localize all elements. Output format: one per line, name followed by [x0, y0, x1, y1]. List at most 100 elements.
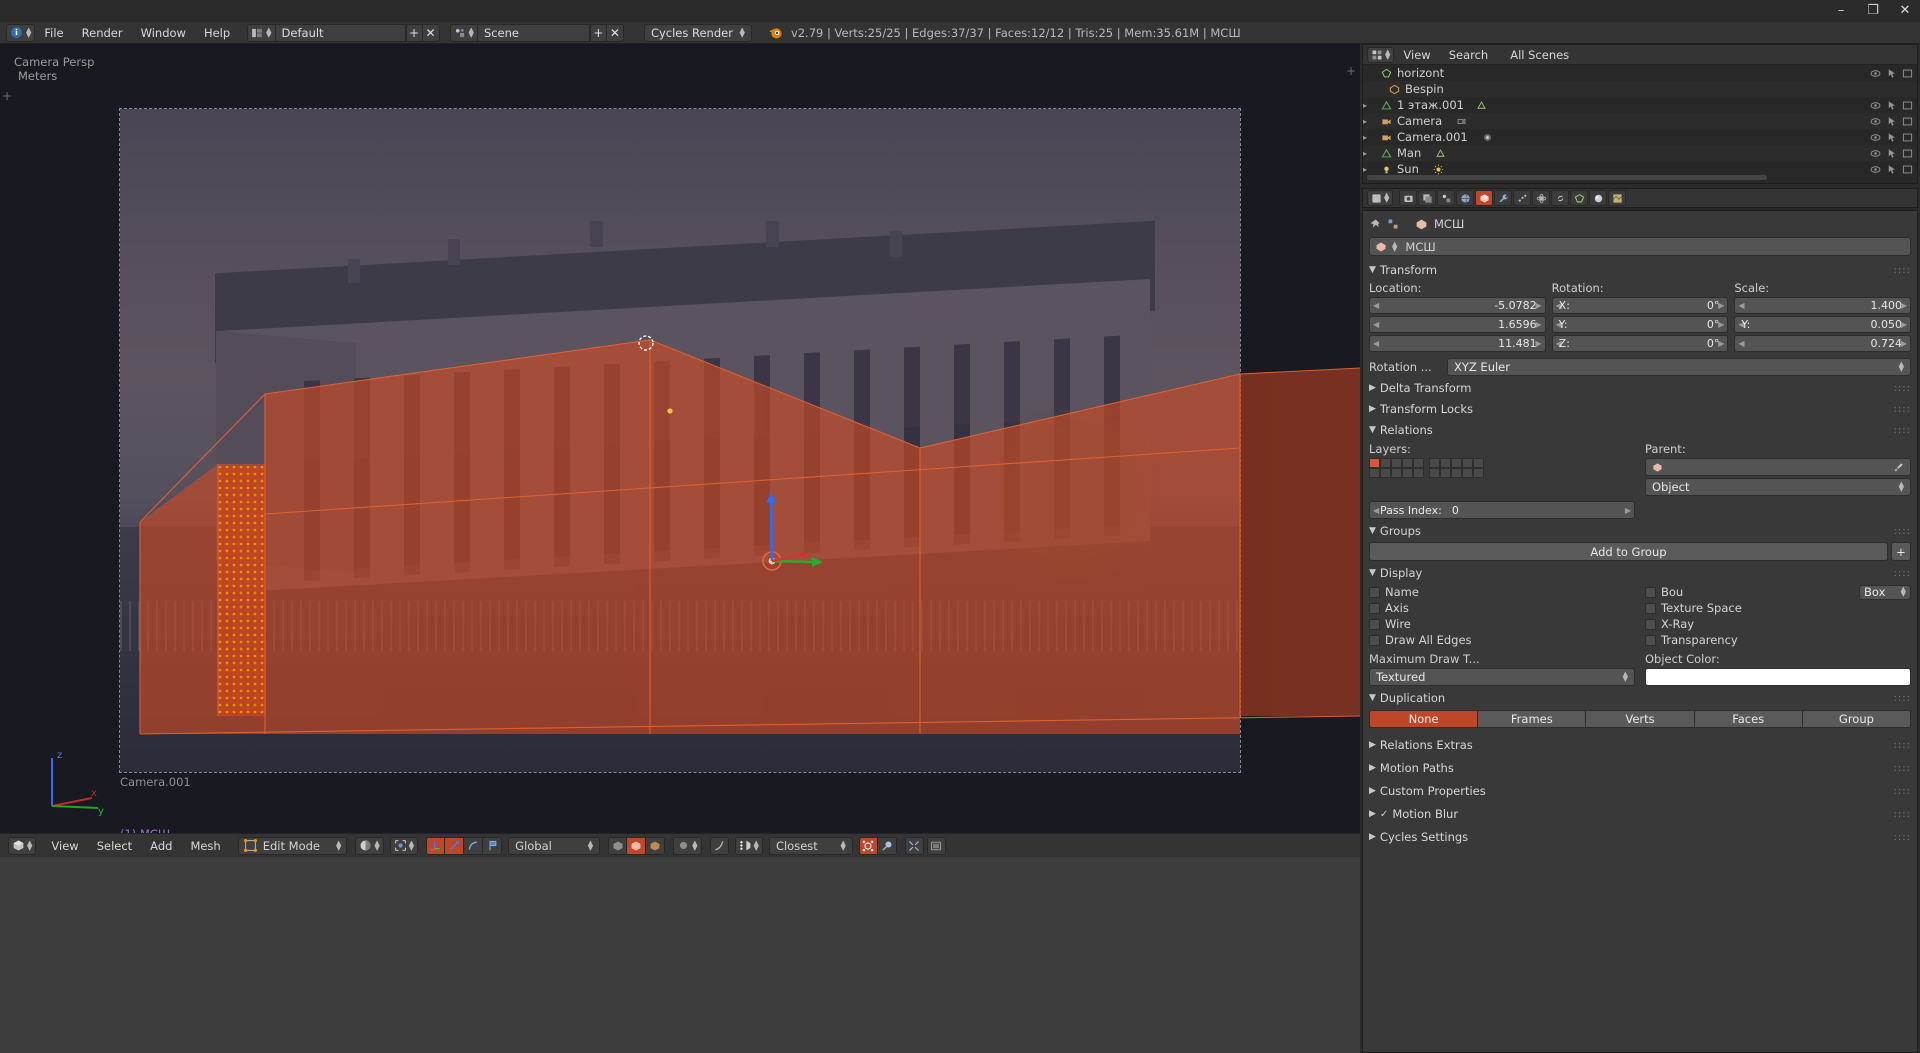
- outliner-display-mode-selector[interactable]: ▲ ▼: [1367, 46, 1395, 63]
- manipulator-group[interactable]: [426, 836, 503, 855]
- restrict-view-icon[interactable]: [1870, 68, 1881, 79]
- restrict-select-icon[interactable]: [1886, 68, 1897, 79]
- layer-cell[interactable]: [1413, 468, 1424, 478]
- transform-orientation-selector[interactable]: Global ▲ ▼: [508, 836, 601, 855]
- 3d-viewport[interactable]: + + Camera Persp Meters Camera.001 (1) М…: [0, 44, 1360, 833]
- falloff-type-toggle[interactable]: [709, 836, 729, 855]
- pivot-point-selector[interactable]: ▲ ▼: [389, 836, 419, 855]
- outliner-row-camera[interactable]: ▸ Camera: [1363, 113, 1917, 129]
- render-preview-toggle[interactable]: [926, 836, 946, 855]
- layer-cell[interactable]: [1429, 458, 1440, 468]
- menu-view[interactable]: View: [42, 837, 87, 855]
- screen-remove-button[interactable]: ✕: [422, 23, 440, 42]
- add-group-button[interactable]: +: [1891, 542, 1911, 561]
- parent-object-field[interactable]: [1645, 458, 1911, 476]
- duplication-option-verts[interactable]: Verts: [1586, 710, 1695, 728]
- layers-grid[interactable]: [1369, 458, 1635, 478]
- layer-cell[interactable]: [1440, 458, 1451, 468]
- maximize-button[interactable]: ❐: [1864, 2, 1882, 18]
- display-texture-space-checkbox[interactable]: Texture Space: [1645, 600, 1911, 616]
- outliner-row-bespin[interactable]: Bespin: [1363, 81, 1917, 97]
- occlude-geometry-toggle[interactable]: [627, 836, 647, 855]
- screen-add-button[interactable]: +: [405, 23, 423, 42]
- restrict-view-icon[interactable]: [1870, 164, 1881, 175]
- duplication-panel-header[interactable]: ▼ Duplication ::::: [1369, 689, 1911, 707]
- layer-cell[interactable]: [1473, 468, 1484, 478]
- menu-help[interactable]: Help: [195, 24, 239, 42]
- layer-cell[interactable]: [1402, 468, 1413, 478]
- editor-type-selector-3dview[interactable]: ▲ ▼: [8, 836, 37, 855]
- motion-paths-panel-header[interactable]: ▶ Motion Paths ::::: [1369, 759, 1911, 777]
- manipulator-extra-toggle[interactable]: [483, 836, 503, 855]
- physics-tab[interactable]: [1532, 190, 1551, 206]
- scale-x-field[interactable]: ◀ 1.400 ▶: [1734, 297, 1912, 314]
- layer-cell[interactable]: [1473, 458, 1484, 468]
- mesh-edit-overlay[interactable]: [0, 44, 1360, 833]
- display-wire-checkbox[interactable]: Wire: [1369, 616, 1635, 632]
- layer-cell[interactable]: [1369, 468, 1380, 478]
- relations-extras-panel-header[interactable]: ▶ Relations Extras ::::: [1369, 736, 1911, 754]
- layer-cell[interactable]: [1429, 468, 1440, 478]
- duplication-option-faces[interactable]: Faces: [1694, 710, 1803, 728]
- panel-drag-dots[interactable]: ::::: [1894, 383, 1911, 394]
- object-browse-arrows[interactable]: ▲ ▼: [1392, 240, 1397, 252]
- snap-during-transform-toggle[interactable]: [858, 836, 878, 855]
- motion-blur-panel-header[interactable]: ▶ ✓ Motion Blur ::::: [1369, 805, 1911, 823]
- location-x-field[interactable]: ◀ -5.0782 ▶: [1369, 297, 1546, 314]
- material-tab[interactable]: [1589, 190, 1608, 206]
- location-z-field[interactable]: ◀ 11.481 ▶: [1369, 335, 1546, 352]
- layer-cell[interactable]: [1462, 468, 1473, 478]
- object-id-block[interactable]: ▲ ▼ МСШ: [1369, 237, 1911, 256]
- close-button[interactable]: ✕: [1896, 2, 1914, 18]
- scene-selector-group[interactable]: ▲ ▼ Scene + ✕: [449, 23, 624, 42]
- translate-manipulator-toggle[interactable]: [426, 836, 446, 855]
- outliner-row-icons[interactable]: [1870, 132, 1913, 143]
- restrict-view-icon[interactable]: [1870, 148, 1881, 159]
- layer-cell[interactable]: [1391, 458, 1402, 468]
- outliner-row-man[interactable]: ▸ Man: [1363, 145, 1917, 161]
- panel-drag-dots[interactable]: ::::: [1894, 265, 1911, 276]
- scale-z-field[interactable]: ◀ 0.724 ▶: [1734, 335, 1912, 352]
- duplication-option-group[interactable]: Group: [1802, 710, 1912, 728]
- layer-cell[interactable]: [1380, 468, 1391, 478]
- restrict-select-icon[interactable]: [1886, 100, 1897, 111]
- delta-transform-panel-header[interactable]: ▶ Delta Transform ::::: [1369, 379, 1911, 397]
- outliner-row-icons[interactable]: [1870, 116, 1913, 127]
- restrict-select-icon[interactable]: [1886, 132, 1897, 143]
- panel-drag-dots[interactable]: ::::: [1894, 786, 1911, 797]
- object-name-field[interactable]: МСШ: [1405, 240, 1435, 254]
- groups-panel-header[interactable]: ▼ Groups ::::: [1369, 522, 1911, 540]
- rotation-z-field[interactable]: ◀ Z: 0° ▶: [1551, 335, 1729, 352]
- menu-mesh[interactable]: Mesh: [181, 837, 229, 855]
- object-color-swatch[interactable]: [1645, 668, 1911, 686]
- pass-index-field[interactable]: ◀ Pass Index: 0 ▶: [1369, 501, 1635, 519]
- scene-tab[interactable]: [1437, 190, 1456, 206]
- eyedropper-icon[interactable]: [1893, 462, 1904, 473]
- panel-drag-dots[interactable]: ::::: [1894, 740, 1911, 751]
- layer-cell[interactable]: [1440, 468, 1451, 478]
- panel-drag-dots[interactable]: ::::: [1894, 568, 1911, 579]
- layer-cell[interactable]: [1413, 458, 1424, 468]
- outliner-scrollbar[interactable]: [1367, 175, 1767, 180]
- restrict-render-icon[interactable]: [1902, 116, 1913, 127]
- rotation-mode-selector[interactable]: XYZ Euler ▲ ▼: [1447, 358, 1911, 376]
- menu-render[interactable]: Render: [73, 24, 132, 42]
- properties-editor-type-selector[interactable]: ▲ ▼: [1367, 190, 1394, 206]
- world-tab[interactable]: [1456, 190, 1475, 206]
- properties-editor[interactable]: МСШ ▲ ▼ МСШ ▼ Transform :::: Location: ◀ -…: [1362, 210, 1918, 1053]
- panel-drag-dots[interactable]: ::::: [1894, 832, 1911, 843]
- viewport-toolshelf-toggle[interactable]: +: [2, 89, 12, 103]
- display-bounds-checkbox[interactable]: Bou Box ▲ ▼: [1645, 584, 1911, 600]
- editor-type-selector-info[interactable]: ▲ ▼: [6, 23, 36, 42]
- layer-cell[interactable]: [1380, 458, 1391, 468]
- outliner-row-icons[interactable]: [1870, 68, 1913, 79]
- display-xray-checkbox[interactable]: X-Ray: [1645, 616, 1911, 632]
- hidden-wire-toggle[interactable]: [646, 836, 666, 855]
- minimize-button[interactable]: –: [1832, 2, 1850, 18]
- transform-panel-header[interactable]: ▼ Transform ::::: [1369, 261, 1911, 279]
- cycles-settings-panel-header[interactable]: ▶ Cycles Settings ::::: [1369, 828, 1911, 846]
- outliner-row-icons[interactable]: [1870, 148, 1913, 159]
- restrict-render-icon[interactable]: [1902, 100, 1913, 111]
- menu-file[interactable]: File: [35, 24, 72, 42]
- rotation-x-field[interactable]: ◀ X: 0° ▶: [1551, 297, 1729, 314]
